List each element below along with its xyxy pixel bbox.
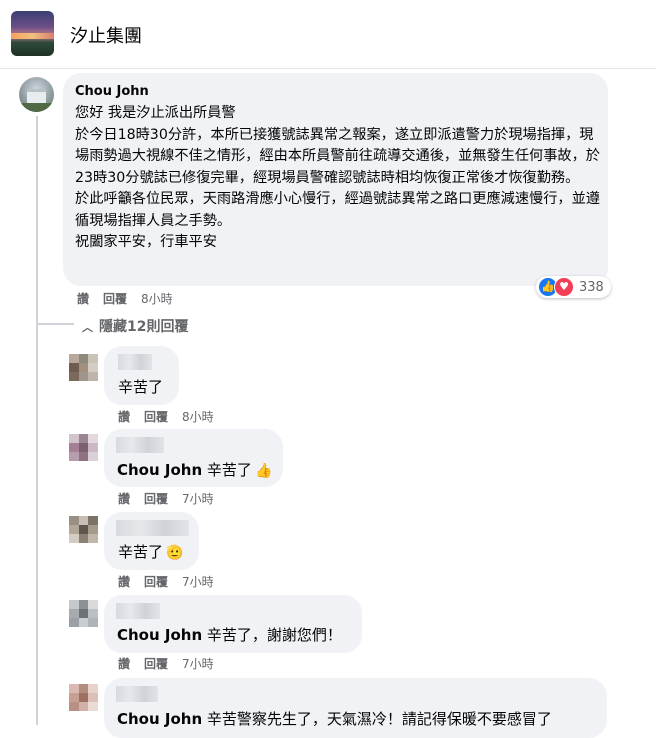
saluting-face-icon: 🫡	[166, 545, 184, 561]
comment-text: 您好 我是汐止派出所員警 於今日18時30分許，本所已接獲號誌異常之報案，遂立即…	[75, 105, 600, 250]
comment-author[interactable]: Chou John	[75, 84, 149, 99]
chevron-up-icon: ︿	[82, 321, 93, 334]
like-button[interactable]: 讚	[118, 655, 130, 672]
reply-button[interactable]: 回覆	[144, 408, 168, 425]
reply-bubble: Chou John 辛苦了，謝謝您們！	[104, 595, 362, 653]
reaction-summary[interactable]: 👍 ♥ 338	[536, 276, 611, 298]
comment-actions: 讚 回覆 8小時	[77, 290, 173, 307]
avatar[interactable]	[69, 516, 98, 543]
reply-button[interactable]: 回覆	[103, 290, 127, 307]
like-button[interactable]: 讚	[77, 290, 89, 307]
mention[interactable]: Chou John	[117, 626, 202, 644]
reply-button[interactable]: 回覆	[144, 490, 168, 507]
timestamp[interactable]: 8小時	[182, 408, 214, 425]
mention[interactable]: Chou John	[117, 461, 202, 479]
redacted-author-name	[116, 437, 164, 453]
group-header: 汐止集團	[0, 0, 656, 69]
timestamp[interactable]: 7小時	[182, 490, 214, 507]
comment-bubble: Chou John 您好 我是汐止派出所員警 於今日18時30分許，本所已接獲號…	[63, 73, 608, 286]
reaction-count: 338	[579, 279, 604, 295]
group-avatar[interactable]	[11, 11, 54, 56]
avatar[interactable]	[69, 684, 98, 711]
avatar[interactable]	[69, 434, 98, 461]
avatar[interactable]	[19, 77, 54, 112]
thumbs-up-icon: 👍	[254, 463, 273, 479]
hide-replies-button[interactable]: ︿ 隱藏12則回覆	[82, 316, 188, 336]
love-icon: ♥	[554, 277, 574, 297]
group-name[interactable]: 汐止集團	[70, 22, 142, 48]
redacted-author-name	[116, 603, 160, 619]
redacted-author-name	[116, 520, 189, 536]
reply-button[interactable]: 回覆	[144, 573, 168, 590]
timestamp[interactable]: 7小時	[182, 655, 214, 672]
like-button[interactable]: 讚	[118, 490, 130, 507]
reply-text: 辛苦了 🫡	[118, 543, 184, 561]
reply-bubble: 辛苦了	[104, 346, 179, 405]
avatar[interactable]	[69, 600, 98, 627]
reply-bubble: Chou John 辛苦了 👍	[104, 429, 283, 487]
reply-actions: 讚 回覆 7小時	[118, 490, 214, 507]
redacted-author-name	[116, 686, 158, 702]
reply-actions: 讚 回覆 8小時	[118, 408, 214, 425]
reply-text: Chou John 辛苦了，謝謝您們！	[117, 626, 342, 644]
reply-bubble: 辛苦了 🫡	[104, 512, 199, 570]
reply-actions: 讚 回覆 7小時	[118, 655, 214, 672]
mention[interactable]: Chou John	[117, 710, 202, 728]
hide-replies-label: 隱藏12則回覆	[99, 319, 189, 335]
avatar[interactable]	[69, 354, 98, 381]
reply-text: Chou John 辛苦警察先生了，天氣濕冷！請記得保暖不要感冒了	[117, 710, 552, 728]
reply-button[interactable]: 回覆	[144, 655, 168, 672]
like-button[interactable]: 讚	[118, 573, 130, 590]
reply-actions: 讚 回覆 7小時	[118, 573, 214, 590]
thread-connector	[36, 323, 74, 325]
like-button[interactable]: 讚	[118, 408, 130, 425]
redacted-author-name	[118, 354, 152, 370]
thread-line	[36, 116, 38, 725]
reply-bubble: Chou John 辛苦警察先生了，天氣濕冷！請記得保暖不要感冒了	[104, 678, 607, 738]
timestamp[interactable]: 8小時	[141, 290, 173, 307]
reply-text: Chou John 辛苦了 👍	[117, 461, 273, 479]
reply-text: 辛苦了	[118, 378, 164, 396]
timestamp[interactable]: 7小時	[182, 573, 214, 590]
